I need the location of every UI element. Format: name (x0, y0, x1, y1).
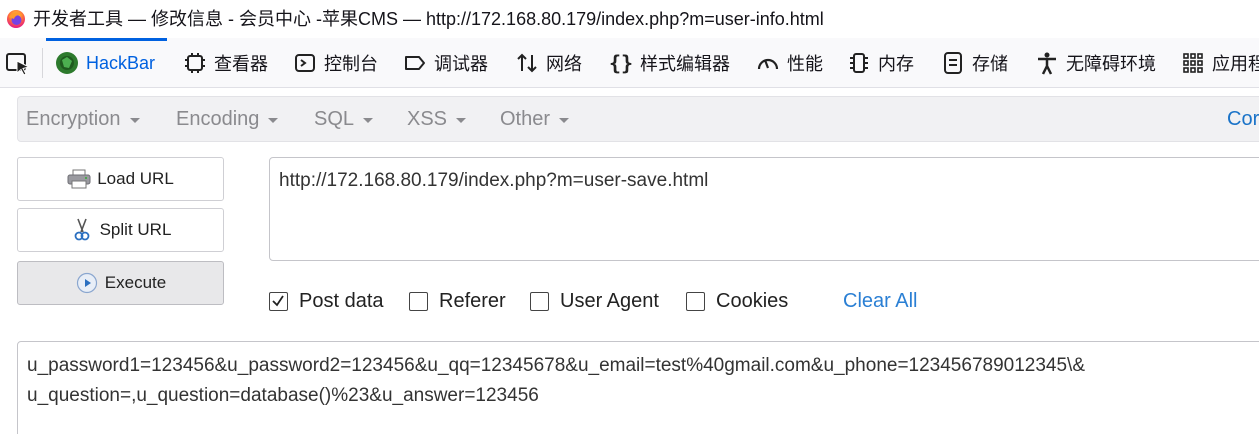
storage-icon (940, 50, 966, 76)
tab-label: 无障碍环境 (1066, 54, 1156, 74)
menu-label: Encryption (26, 107, 121, 130)
tab-storage[interactable]: 存储 (940, 38, 1008, 88)
checkmark-icon (272, 295, 284, 306)
checkbox-box (409, 291, 428, 311)
split-url-button[interactable]: Split URL (17, 208, 224, 252)
play-icon (75, 272, 99, 294)
tab-label: 存储 (972, 54, 1008, 74)
tab-label: 内存 (878, 54, 914, 74)
cookies-checkbox[interactable]: Cookies (686, 286, 788, 316)
tab-label: 样式编辑器 (640, 54, 730, 74)
scissors-icon (70, 218, 94, 241)
menu-label: SQL (314, 107, 355, 130)
inspector-icon (182, 50, 208, 76)
checkbox-label: Cookies (716, 289, 789, 312)
checkbox-box (269, 291, 288, 311)
checkbox-label: User Agent (560, 289, 659, 312)
performance-icon (755, 50, 781, 76)
post-data-input[interactable]: u_password1=123456&u_password2=123456&u_… (17, 341, 1259, 434)
checkbox-box (686, 291, 705, 311)
accessibility-icon (1034, 50, 1060, 76)
tab-style-editor[interactable]: {} 样式编辑器 (608, 38, 730, 88)
application-icon (1180, 50, 1206, 76)
tab-label: 调试器 (434, 54, 488, 74)
button-label: Split URL (99, 220, 172, 239)
menu-encoding[interactable]: Encoding (176, 97, 279, 141)
menu-label: Encoding (176, 107, 260, 130)
url-input[interactable]: http://172.168.80.179/index.php?m=user-s… (269, 157, 1259, 261)
console-icon (292, 50, 318, 76)
menu-other[interactable]: Other (500, 97, 570, 141)
post-data-line: u_password1=123456&u_password2=123456&u_… (27, 355, 1085, 376)
devtools-toolbar: HackBar 查看器 控制台 调试器 网络 {} 样式编辑器 性能 内存 存储… (0, 38, 1259, 88)
chevron-down-icon (363, 117, 374, 123)
window-title: 开发者工具 — 修改信息 - 会员中心 -苹果CMS — http://172.… (33, 9, 824, 29)
debugger-icon (402, 50, 428, 76)
tab-accessibility[interactable]: 无障碍环境 (1034, 38, 1156, 88)
chevron-down-icon (456, 117, 467, 123)
menu-label: Other (500, 107, 551, 130)
tab-console[interactable]: 控制台 (292, 38, 378, 88)
network-icon (514, 50, 540, 76)
chevron-down-icon (559, 117, 570, 123)
element-picker-icon[interactable] (4, 51, 34, 77)
tab-label: 应用程 (1212, 54, 1259, 74)
checkbox-label: Referer (439, 289, 506, 312)
referer-checkbox[interactable]: Referer (409, 286, 506, 316)
tab-label: HackBar (86, 52, 156, 73)
checkbox-box (530, 291, 549, 311)
hackbar-menu-bar: Encryption Encoding SQL XSS Other Cor (17, 96, 1259, 142)
post-data-checkbox[interactable]: Post data (269, 286, 384, 316)
printer-icon (67, 168, 91, 190)
firefox-logo-icon (7, 10, 25, 28)
button-label: Execute (104, 273, 167, 292)
tab-hackbar[interactable]: HackBar (45, 38, 168, 88)
menu-label: XSS (407, 107, 448, 130)
hackbar-icon (54, 50, 80, 76)
chevron-down-icon (268, 117, 279, 123)
checkbox-label: Post data (299, 289, 384, 312)
toolbar-separator (42, 48, 43, 78)
memory-icon (846, 50, 872, 76)
tab-application[interactable]: 应用程 (1180, 38, 1259, 88)
chevron-down-icon (129, 117, 140, 123)
menu-contribute-link[interactable]: Cor (1227, 97, 1259, 141)
tab-label: 性能 (787, 54, 823, 74)
user-agent-checkbox[interactable]: User Agent (530, 286, 659, 316)
load-url-button[interactable]: Load URL (17, 157, 224, 201)
clear-all-link[interactable]: Clear All (843, 286, 917, 316)
menu-encryption[interactable]: Encryption (26, 97, 140, 141)
tab-label: 控制台 (324, 54, 378, 74)
execute-button[interactable]: Execute (17, 261, 224, 305)
style-editor-icon: {} (608, 51, 634, 75)
tab-inspector[interactable]: 查看器 (182, 38, 268, 88)
tab-debugger[interactable]: 调试器 (402, 38, 488, 88)
menu-sql[interactable]: SQL (314, 97, 374, 141)
window-titlebar: 开发者工具 — 修改信息 - 会员中心 -苹果CMS — http://172.… (0, 0, 1259, 38)
tab-label: 查看器 (214, 54, 268, 74)
menu-xss[interactable]: XSS (407, 97, 467, 141)
tab-memory[interactable]: 内存 (846, 38, 914, 88)
tab-label: 网络 (546, 54, 582, 74)
tab-network[interactable]: 网络 (514, 38, 582, 88)
post-data-line: u_question=,u_question=database()%23&u_a… (27, 385, 539, 406)
button-label: Load URL (97, 169, 174, 188)
tab-performance[interactable]: 性能 (755, 38, 823, 88)
